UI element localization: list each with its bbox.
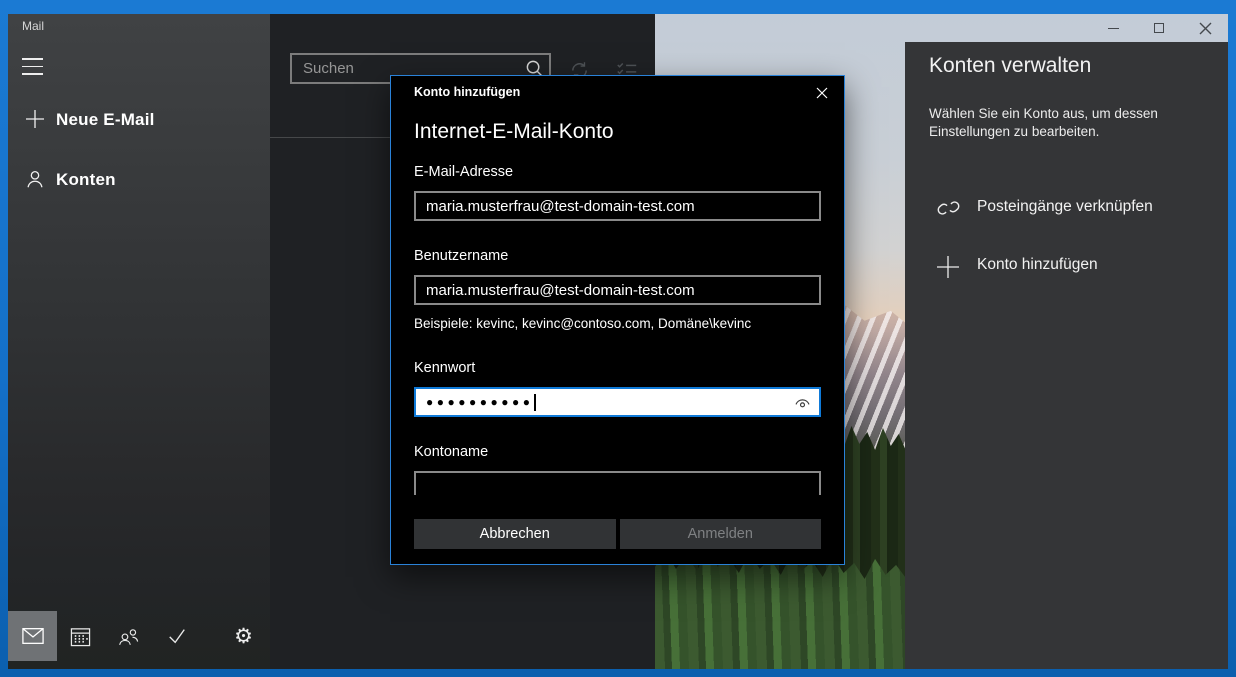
email-label: E-Mail-Adresse <box>414 164 513 180</box>
people-icon <box>117 626 140 646</box>
nav-settings-button[interactable]: ⚙ <box>219 611 268 661</box>
link-icon <box>935 196 962 225</box>
app-title: Mail <box>22 19 44 33</box>
todo-check-icon <box>166 626 188 646</box>
username-label: Benutzername <box>414 248 508 264</box>
link-inboxes-action[interactable]: Posteingänge verknüpfen <box>905 187 1228 231</box>
username-hint: Beispiele: kevinc, kevinc@contoso.com, D… <box>414 316 751 331</box>
dialog-heading: Internet-E-Mail-Konto <box>414 120 614 144</box>
manage-accounts-panel: Konten verwalten Wählen Sie ein Konto au… <box>905 42 1228 669</box>
sign-in-button[interactable]: Anmelden <box>620 519 822 549</box>
close-icon <box>816 87 828 99</box>
close-icon <box>1199 22 1212 35</box>
minimize-icon <box>1108 28 1119 29</box>
window-caption-controls <box>1090 14 1228 42</box>
reveal-password-eye-icon <box>794 396 811 409</box>
panel-title: Konten verwalten <box>929 54 1091 78</box>
password-label: Kennwort <box>414 360 475 376</box>
person-icon <box>24 168 46 195</box>
close-button[interactable] <box>1182 14 1228 42</box>
minimize-button[interactable] <box>1090 14 1136 42</box>
forest-bright-graphic <box>655 549 917 669</box>
action-label: Posteingänge verknüpfen <box>977 198 1153 216</box>
dialog-button-row: Abbrechen Anmelden <box>414 519 821 549</box>
sidebar-bottom-nav: ⚙ <box>8 611 270 661</box>
plus-icon <box>935 254 961 285</box>
add-account-action[interactable]: Konto hinzufügen <box>905 245 1228 289</box>
account-name-label: Kontoname <box>414 444 488 460</box>
sidebar: Mail Neue E-Mail Konten <box>8 14 270 669</box>
username-field[interactable] <box>414 275 821 305</box>
window-frame: Mail Neue E-Mail Konten <box>0 0 1236 677</box>
maximize-button[interactable] <box>1136 14 1182 42</box>
settings-gear-icon: ⚙ <box>234 626 253 647</box>
mail-icon <box>22 627 44 645</box>
reveal-password-button[interactable] <box>794 396 811 409</box>
hamburger-menu-button[interactable] <box>22 58 43 75</box>
sidebar-item-accounts[interactable]: Konten <box>8 165 270 205</box>
calendar-icon <box>70 626 91 647</box>
plus-icon <box>24 108 46 135</box>
password-field[interactable]: ●●●●●●●●●● <box>414 387 821 417</box>
text-cursor <box>534 394 535 411</box>
dialog-title: Konto hinzufügen <box>414 85 520 99</box>
panel-description: Wählen Sie ein Konto aus, um dessen Eins… <box>929 105 1201 140</box>
account-name-field[interactable] <box>414 471 821 495</box>
nav-mail-button[interactable] <box>8 611 57 661</box>
sidebar-item-label: Konten <box>56 170 116 190</box>
cancel-button[interactable]: Abbrechen <box>414 519 616 549</box>
sidebar-item-new-mail[interactable]: Neue E-Mail <box>8 105 270 145</box>
add-account-dialog: Konto hinzufügen Internet-E-Mail-Konto E… <box>390 75 845 565</box>
password-masked-value: ●●●●●●●●●● <box>426 396 533 408</box>
nav-calendar-button[interactable] <box>56 611 105 661</box>
email-field[interactable] <box>414 191 821 221</box>
nav-people-button[interactable] <box>104 611 153 661</box>
dialog-close-button[interactable] <box>812 83 832 103</box>
maximize-icon <box>1154 23 1164 33</box>
sidebar-item-label: Neue E-Mail <box>56 110 155 130</box>
mail-app-window: Mail Neue E-Mail Konten <box>8 14 1228 669</box>
nav-todo-button[interactable] <box>152 611 201 661</box>
action-label: Konto hinzufügen <box>977 256 1098 274</box>
